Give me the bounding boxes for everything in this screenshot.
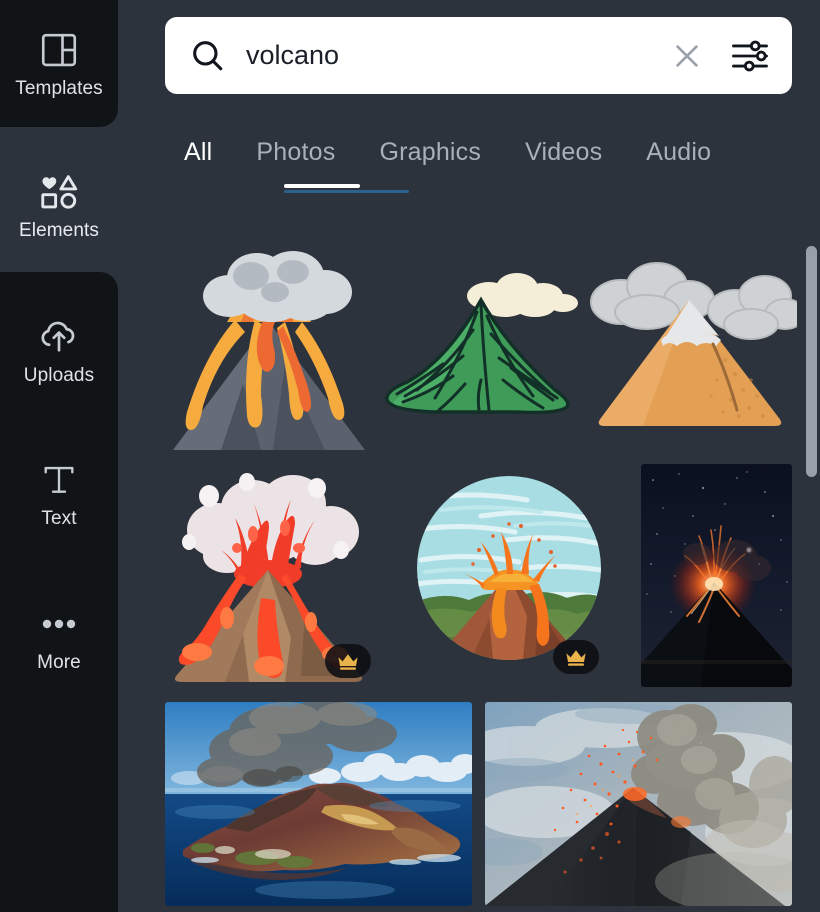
- text-t-icon: [37, 458, 81, 502]
- result-tile-green-volcano-smoke[interactable]: [377, 260, 583, 428]
- sidebar-item-more[interactable]: More: [0, 582, 118, 694]
- crown-icon: [338, 653, 358, 670]
- result-tile-night-eruption-starry-sky[interactable]: [641, 464, 792, 687]
- clear-search-button[interactable]: [670, 39, 704, 73]
- search-input[interactable]: [246, 40, 670, 71]
- search-bar[interactable]: [165, 17, 792, 94]
- sidebar-item-elements[interactable]: Elements: [0, 150, 118, 262]
- tab-graphics[interactable]: Graphics: [357, 138, 503, 167]
- canva-elements-panel: Templates Elements Uploads Text More vol…: [0, 0, 820, 912]
- result-tile-ash-plume-eruption[interactable]: [485, 702, 792, 906]
- results-scrollbar[interactable]: [806, 246, 817, 477]
- left-sidebar-rail: Templates Elements Uploads Text More: [0, 0, 118, 912]
- sidebar-item-uploads[interactable]: Uploads: [0, 295, 118, 407]
- result-tile-circular-volcano-landscape[interactable]: [411, 464, 607, 686]
- scrolled-content-sliver: [284, 190, 409, 193]
- ellipsis-icon: [37, 602, 81, 646]
- sidebar-label-text: Text: [41, 508, 77, 529]
- sidebar-label-uploads: Uploads: [23, 365, 95, 386]
- category-tabs: All Photos Graphics Videos Audio: [165, 126, 733, 178]
- search-results-grid: [165, 212, 820, 912]
- tab-audio[interactable]: Audio: [624, 138, 733, 167]
- elements-panel: All Photos Graphics Videos Audio: [118, 0, 820, 912]
- search-icon: [189, 37, 226, 74]
- sidebar-label-templates: Templates: [15, 78, 103, 99]
- upload-cloud-icon: [37, 315, 81, 359]
- result-tile-erupting-volcano-flat-gray[interactable]: [165, 234, 369, 450]
- elements-icon: [37, 170, 81, 214]
- sliders-filter-icon[interactable]: [730, 38, 770, 74]
- tab-photos[interactable]: Photos: [234, 138, 357, 167]
- result-tile-brown-volcano-red-lava[interactable]: [165, 462, 377, 690]
- result-tile-tan-snowcap-mountain-clouds[interactable]: [585, 240, 797, 430]
- sidebar-label-elements: Elements: [18, 220, 99, 241]
- tab-videos[interactable]: Videos: [503, 138, 624, 167]
- pro-badge: [553, 640, 599, 674]
- pro-badge: [325, 644, 371, 678]
- result-tile-volcanic-island-aerial[interactable]: [165, 702, 472, 906]
- templates-icon: [37, 28, 81, 72]
- sidebar-item-templates[interactable]: Templates: [0, 8, 118, 120]
- crown-icon: [566, 649, 586, 666]
- sidebar-item-text[interactable]: Text: [0, 438, 118, 550]
- active-tab-indicator: [284, 184, 360, 188]
- search-bar-container: [165, 17, 792, 94]
- sidebar-label-more: More: [37, 652, 81, 673]
- tab-all[interactable]: All: [165, 138, 234, 167]
